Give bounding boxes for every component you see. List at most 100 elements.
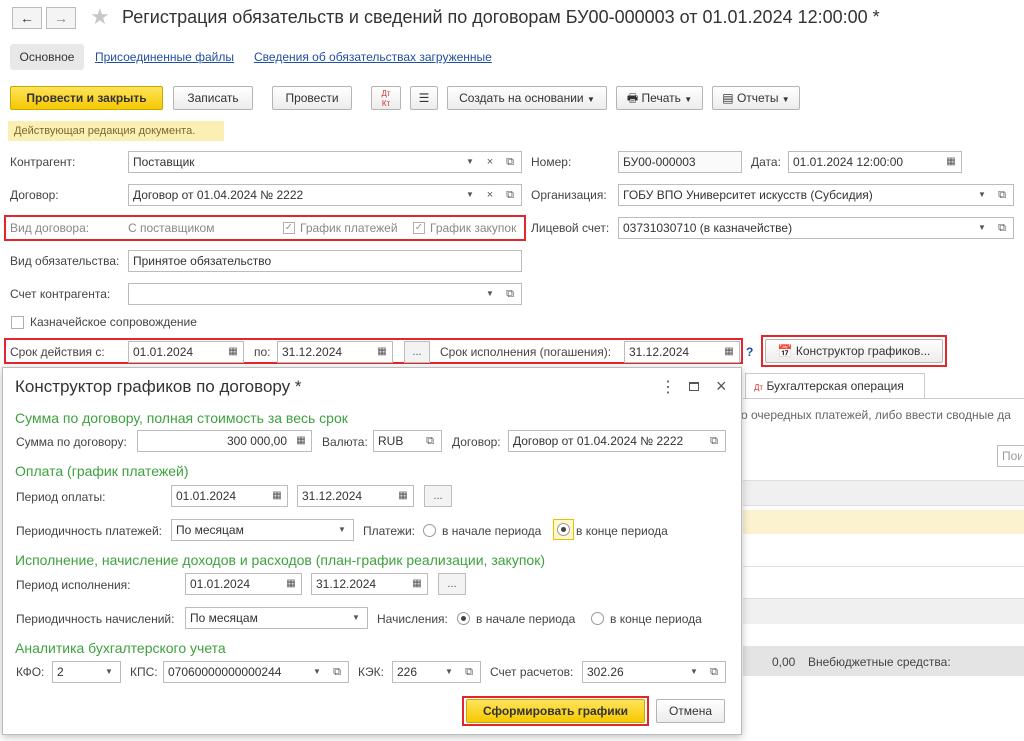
pay-to-field[interactable]: 31.12.2024 ▦ (297, 485, 414, 507)
dropdown-icon[interactable]: ▼ (333, 520, 351, 540)
cp-account-label: Счет контрагента: (10, 287, 111, 301)
account-field[interactable]: 03731030710 (в казначействе) ▼ ⧉ (618, 217, 1014, 239)
kps-field[interactable]: 07060000000000244 ▼ ⧉ (163, 661, 349, 683)
tab-main[interactable]: Основное (10, 44, 84, 70)
settle-field[interactable]: 302.26 ▼ ⧉ (582, 661, 726, 683)
number-field[interactable]: БУ00-000003 (618, 151, 742, 173)
kek-label: КЭК: (358, 665, 384, 679)
open-icon[interactable]: ⧉ (993, 185, 1011, 205)
cancel-button[interactable]: Отмена (656, 699, 725, 723)
contract-field[interactable]: Договор от 01.04.2024 № 2222 ▼ × ⧉ (128, 184, 522, 206)
list-button[interactable]: ☰ (410, 86, 438, 110)
reports-button[interactable]: ▤ Отчеты ▼ (712, 86, 800, 110)
calendar-icon[interactable]: ▦ (719, 342, 739, 362)
calendar-icon[interactable]: ▦ (941, 152, 961, 172)
dropdown-icon[interactable]: ▼ (973, 185, 991, 205)
open-icon[interactable]: ⧉ (501, 185, 519, 205)
payments-start-radio[interactable] (423, 524, 436, 537)
exec-period-select-button[interactable]: ... (438, 573, 466, 595)
report-icon: ▤ (722, 91, 734, 105)
deadline-field[interactable]: 31.12.2024 ▦ (624, 341, 740, 363)
dropdown-icon[interactable]: ▼ (100, 662, 118, 682)
open-icon[interactable]: ⧉ (328, 662, 346, 682)
dialog-title: Конструктор графиков по договору * (15, 377, 302, 396)
cp-account-field[interactable]: ▼ ⧉ (128, 283, 522, 305)
print-button[interactable]: 🖶 Печать ▼ (616, 86, 703, 110)
org-field[interactable]: ГОБУ ВПО Университет искусств (Субсидия)… (618, 184, 1014, 206)
open-icon[interactable]: ⧉ (501, 284, 519, 304)
dropdown-icon[interactable]: ▼ (481, 284, 499, 304)
save-button[interactable]: Записать (173, 86, 253, 110)
dt-kt-button[interactable]: Дт Кт (371, 86, 401, 110)
sum-label: Сумма по договору: (16, 435, 127, 449)
bg-table-row-selected (743, 510, 1024, 534)
open-icon[interactable]: ⧉ (421, 431, 439, 451)
dropdown-icon[interactable]: ▼ (461, 152, 479, 172)
payment-schedule-checkbox[interactable]: ✓ (283, 222, 295, 234)
number-label: Номер: (531, 155, 572, 169)
dropdown-icon[interactable]: ▼ (461, 185, 479, 205)
currency-field[interactable]: RUB ⧉ (373, 430, 442, 452)
forward-button[interactable]: → (46, 7, 76, 29)
accr-freq-label: Периодичность начислений: (16, 612, 175, 626)
calculator-icon[interactable]: ▦ (291, 431, 311, 451)
tab-operation[interactable]: Дт Бухгалтерская операция (745, 373, 925, 399)
calendar-icon[interactable]: ▦ (393, 486, 413, 506)
accruals-end-radio[interactable] (591, 612, 604, 625)
treasury-checkbox[interactable] (11, 316, 24, 329)
calendar-icon[interactable]: ▦ (281, 574, 301, 594)
open-icon[interactable]: ⧉ (993, 218, 1011, 238)
obligation-type-field[interactable]: Принятое обязательство (128, 250, 522, 272)
accruals-start-radio[interactable] (457, 612, 470, 625)
open-icon[interactable]: ⧉ (705, 662, 723, 682)
exec-to-field[interactable]: 31.12.2024 ▦ (311, 573, 428, 595)
validity-from-field[interactable]: 01.01.2024 ▦ (128, 341, 244, 363)
bg-search-field[interactable]: Пои (997, 445, 1024, 467)
clear-icon[interactable]: × (481, 185, 499, 205)
section-analytics-title: Аналитика бухгалтерского учета (15, 640, 226, 656)
maximize-icon[interactable] (689, 382, 699, 391)
open-icon[interactable]: ⧉ (705, 431, 723, 451)
sum-field[interactable]: 300 000,00 ▦ (137, 430, 312, 452)
dropdown-icon[interactable]: ▼ (973, 218, 991, 238)
tab-loaded-obligations[interactable]: Сведения об обязательствах загруженные (254, 50, 492, 64)
dropdown-icon[interactable]: ▼ (347, 608, 365, 628)
calendar-icon[interactable]: ▦ (267, 486, 287, 506)
dropdown-icon[interactable]: ▼ (440, 662, 458, 682)
open-icon[interactable]: ⧉ (501, 152, 519, 172)
payments-end-radio[interactable] (557, 523, 570, 536)
post-button[interactable]: Провести (272, 86, 352, 110)
dropdown-icon[interactable]: ▼ (685, 662, 703, 682)
post-and-close-button[interactable]: Провести и закрыть (10, 86, 163, 110)
dialog-contract-field[interactable]: Договор от 01.04.2024 № 2222 ⧉ (508, 430, 726, 452)
pay-from-field[interactable]: 01.01.2024 ▦ (171, 485, 288, 507)
tab-attached-files[interactable]: Присоединенные файлы (95, 50, 234, 64)
more-vertical-icon[interactable]: ⋮ (660, 377, 676, 397)
clear-icon[interactable]: × (481, 152, 499, 172)
open-icon[interactable]: ⧉ (460, 662, 478, 682)
calendar-icon[interactable]: ▦ (223, 342, 243, 362)
help-icon[interactable]: ? (746, 344, 753, 360)
kfo-field[interactable]: 2 ▼ (52, 661, 121, 683)
period-select-button[interactable]: ... (404, 341, 430, 363)
star-icon[interactable]: ★ (90, 4, 110, 30)
purchase-schedule-checkbox[interactable]: ✓ (413, 222, 425, 234)
calendar-icon[interactable]: ▦ (407, 574, 427, 594)
calendar-icon[interactable]: ▦ (372, 342, 392, 362)
validity-to-field[interactable]: 31.12.2024 ▦ (277, 341, 393, 363)
date-field[interactable]: 01.01.2024 12:00:00 ▦ (788, 151, 962, 173)
kek-field[interactable]: 226 ▼ ⧉ (392, 661, 481, 683)
generate-graphs-button[interactable]: Сформировать графики (466, 699, 645, 723)
constructor-button[interactable]: 📅 Конструктор графиков... (765, 339, 943, 363)
exec-from-field[interactable]: 01.01.2024 ▦ (185, 573, 302, 595)
counterparty-field[interactable]: Поставщик ▼ × ⧉ (128, 151, 522, 173)
back-button[interactable]: ← (12, 7, 42, 29)
accr-freq-field[interactable]: По месяцам ▼ (185, 607, 368, 629)
bg-table-row (743, 598, 1024, 624)
pay-period-select-button[interactable]: ... (424, 485, 452, 507)
org-label: Организация: (531, 188, 607, 202)
dropdown-icon[interactable]: ▼ (308, 662, 326, 682)
create-based-button[interactable]: Создать на основании ▼ (447, 86, 607, 110)
pay-freq-field[interactable]: По месяцам ▼ (171, 519, 354, 541)
close-icon[interactable]: × (716, 376, 727, 397)
